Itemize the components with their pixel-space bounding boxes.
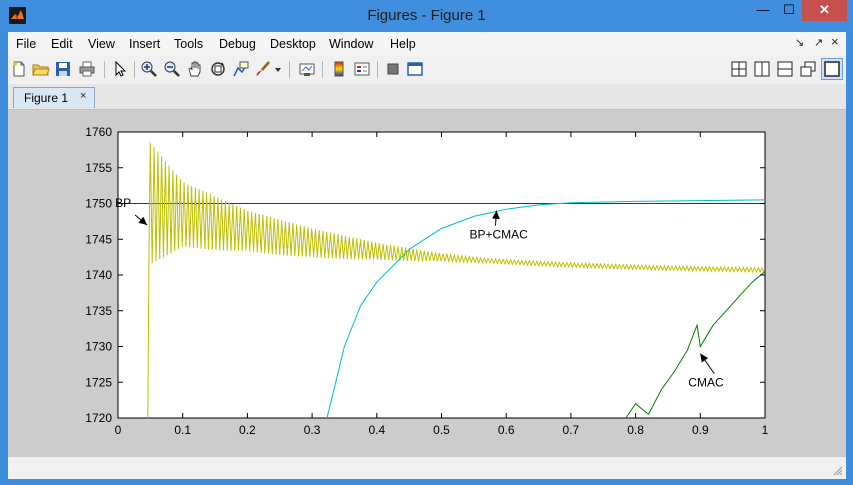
- menu-file[interactable]: File: [16, 37, 36, 51]
- toolbar-separator: [134, 61, 135, 78]
- pointer-icon[interactable]: [111, 60, 129, 78]
- plot-area[interactable]: 0 0.1 0.2 0.3 0.4 0.5 0.6 0.7 0.8 0.9 1 1720 1725 173…: [8, 110, 846, 456]
- maximize-icon[interactable]: [821, 58, 843, 80]
- y-tick-label: 1720: [85, 411, 112, 425]
- y-tick-label: 1760: [85, 125, 112, 139]
- figure-tab-bar: Figure 1 ×: [8, 84, 846, 110]
- menu-window[interactable]: Window: [329, 37, 373, 51]
- menu-bar: File Edit View Insert Tools Debug Deskto…: [8, 32, 846, 56]
- brush-icon[interactable]: [254, 60, 272, 78]
- toolbar-separator: [322, 61, 323, 78]
- data-cursor-icon[interactable]: [232, 60, 250, 78]
- close-figure-icon[interactable]: ×: [831, 34, 839, 49]
- rotate-3d-icon[interactable]: [209, 60, 227, 78]
- tile-left-right-icon[interactable]: [753, 60, 771, 78]
- y-tick-label: 1730: [85, 340, 112, 354]
- figure-window: File Edit View Insert Tools Debug Deskto…: [8, 32, 846, 479]
- link-plot-icon[interactable]: [298, 60, 316, 78]
- dropdown-arrow-icon[interactable]: [274, 60, 282, 78]
- tab-figure-1[interactable]: Figure 1 ×: [13, 87, 95, 108]
- window-title-bar[interactable]: Figures - Figure 1 — ☐ ✕: [0, 0, 853, 32]
- show-plot-tools-icon[interactable]: [406, 60, 424, 78]
- y-tick-label: 1750: [85, 197, 112, 211]
- y-tick-label: 1740: [85, 268, 112, 282]
- y-tick-label: 1725: [85, 375, 112, 389]
- colorbar-icon[interactable]: [330, 60, 348, 78]
- annotation-label: BP+CMAC: [469, 228, 528, 242]
- x-tick-label: 0.2: [239, 423, 256, 437]
- menu-insert[interactable]: Insert: [129, 37, 160, 51]
- tile-top-bottom-icon[interactable]: [776, 60, 794, 78]
- resize-grip-icon[interactable]: [833, 466, 843, 476]
- pan-hand-icon[interactable]: [186, 60, 204, 78]
- x-tick-label: 1: [762, 423, 769, 437]
- minimize-button[interactable]: —: [750, 0, 776, 21]
- menu-debug[interactable]: Debug: [219, 37, 256, 51]
- menu-help[interactable]: Help: [390, 37, 416, 51]
- save-icon[interactable]: [54, 60, 72, 78]
- axes-background: [117, 131, 766, 419]
- toolbar-separator: [289, 61, 290, 78]
- toolbar-separator: [377, 61, 378, 78]
- annotation-label: BP: [115, 196, 131, 210]
- menu-tools[interactable]: Tools: [174, 37, 203, 51]
- tile-grid-icon[interactable]: [730, 60, 748, 78]
- hide-plot-tools-icon[interactable]: [384, 60, 402, 78]
- float-icon[interactable]: [799, 60, 817, 78]
- toolbar-separator: [104, 61, 105, 78]
- open-file-icon[interactable]: [32, 60, 50, 78]
- menu-desktop[interactable]: Desktop: [270, 37, 316, 51]
- x-tick-label: 0.9: [692, 423, 709, 437]
- x-tick-label: 0.4: [368, 423, 385, 437]
- new-figure-icon[interactable]: [10, 60, 28, 78]
- x-tick-label: 0.7: [563, 423, 580, 437]
- y-tick-label: 1745: [85, 232, 112, 246]
- x-tick-label: 0.6: [498, 423, 515, 437]
- tab-close-icon[interactable]: ×: [80, 90, 86, 102]
- undock-icon[interactable]: ↘: [795, 36, 804, 49]
- y-tick-label: 1755: [85, 161, 112, 175]
- y-tick-label: 1735: [85, 304, 112, 318]
- print-icon[interactable]: [78, 60, 96, 78]
- dock-icon[interactable]: ↗: [814, 36, 823, 49]
- x-tick-label: 0.8: [627, 423, 644, 437]
- x-tick-label: 0.5: [433, 423, 450, 437]
- annotation-label: CMAC: [688, 376, 724, 390]
- zoom-in-icon[interactable]: [140, 60, 158, 78]
- zoom-out-icon[interactable]: [163, 60, 181, 78]
- maximize-button[interactable]: ☐: [776, 0, 802, 21]
- window-title: Figures - Figure 1: [367, 7, 486, 24]
- figure-toolbar: [8, 56, 846, 85]
- close-window-button[interactable]: ✕: [802, 0, 847, 21]
- menu-edit[interactable]: Edit: [51, 37, 73, 51]
- x-tick-label: 0: [115, 423, 122, 437]
- figure-canvas: 0 0.1 0.2 0.3 0.4 0.5 0.6 0.7 0.8 0.9 1 1720 1725 173…: [8, 110, 846, 456]
- x-tick-label: 0.1: [174, 423, 191, 437]
- status-bar: [8, 456, 846, 479]
- tab-label: Figure 1: [24, 91, 69, 105]
- x-tick-label: 0.3: [304, 423, 321, 437]
- legend-icon[interactable]: [353, 60, 371, 78]
- menu-view[interactable]: View: [88, 37, 115, 51]
